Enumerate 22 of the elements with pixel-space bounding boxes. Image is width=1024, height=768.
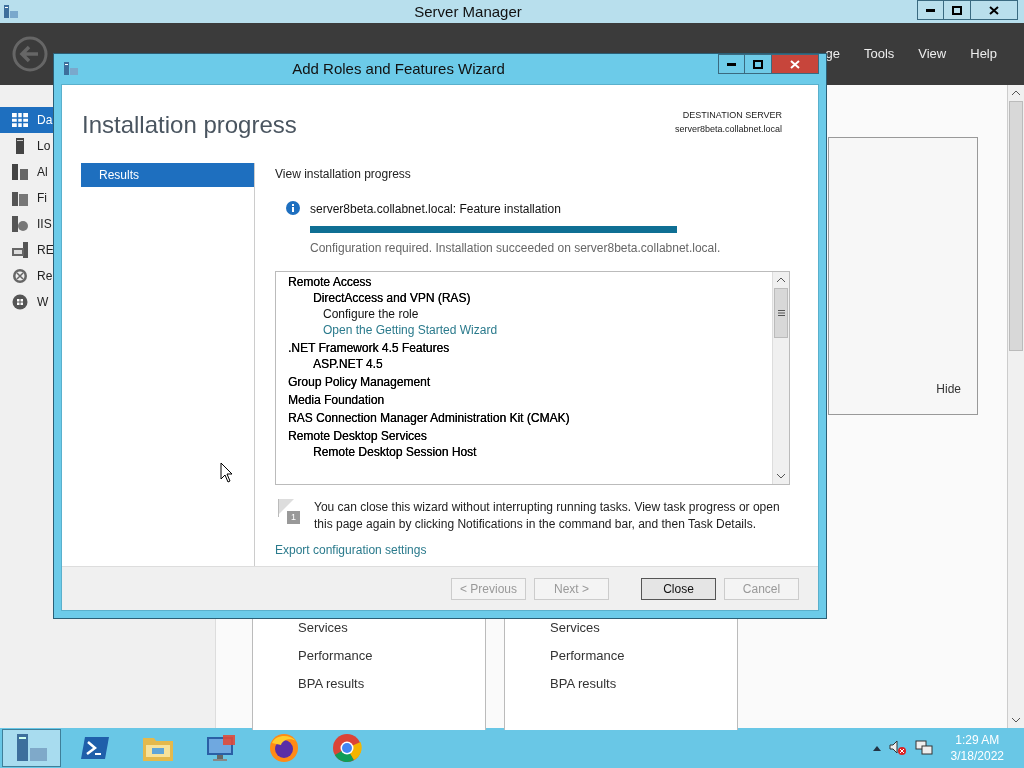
clock-date: 3/18/2022 [950, 748, 1004, 764]
destination-server: server8beta.collabnet.local [674, 122, 782, 136]
result-item: Remote Desktop Session Host [313, 445, 477, 459]
notification-count: 1 [287, 511, 300, 524]
clock-time: 1:29 AM [955, 732, 1000, 748]
dialog-title: Add Roles and Features Wizard [292, 60, 505, 77]
result-item: Configure the role [323, 307, 419, 321]
destination-label: DESTINATION SERVER [682, 109, 782, 122]
result-item: ASP.NET 4.5 [313, 357, 383, 371]
result-item: RAS Connection Manager Administration Kit (CMAK) [288, 411, 570, 425]
status-text: Configuration required. Installation succeeded on server8beta.collabnet.local. [310, 240, 721, 257]
result-item: .NET Framework 4.5 Features [288, 341, 450, 355]
result-item: DirectAccess and VPN (RAS) [313, 291, 471, 305]
result-item: Group Policy Management [288, 375, 431, 389]
section-label: View installation progress [275, 166, 412, 183]
page-heading: Installation progress [82, 110, 297, 140]
task-label: server8beta.collabnet.local: Feature installation [310, 201, 562, 218]
result-item: Media Foundation [288, 393, 385, 407]
result-item: Remote Access [288, 275, 372, 289]
notice-text: You can close this wizard without interrupting running tasks. View task progress or open this page again by clicking Notifications in the command bar, and then Task Details. [314, 499, 781, 533]
window-title: Server Manager [414, 2, 522, 20]
result-item: Remote Desktop Services [288, 429, 427, 443]
